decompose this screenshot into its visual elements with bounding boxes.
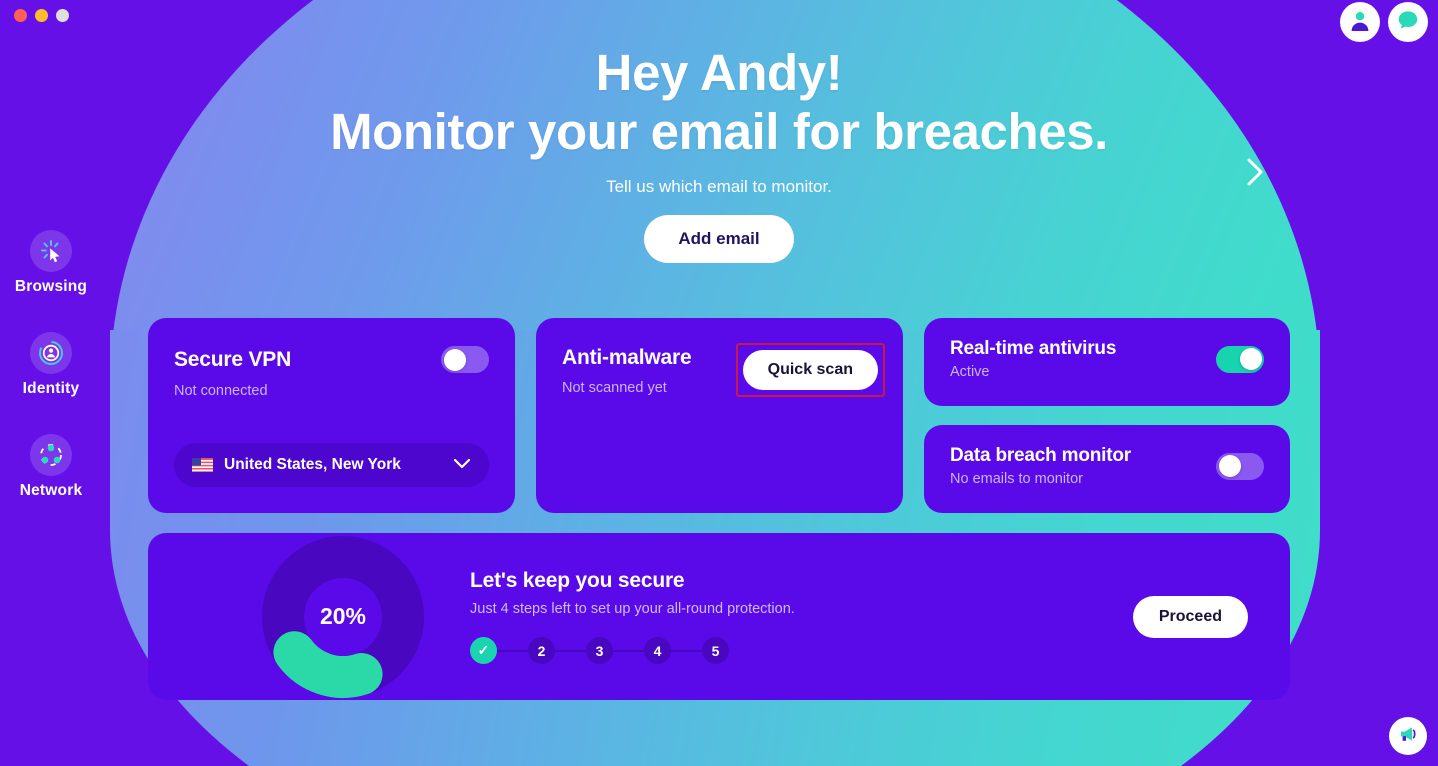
card-data-breach-monitor: Data breach monitor No emails to monitor	[924, 425, 1290, 513]
sidebar-item-label: Network	[19, 482, 83, 499]
step-indicator: ✓ 2 3 4 5	[470, 637, 1133, 664]
breach-status: No emails to monitor	[950, 471, 1083, 487]
step-5[interactable]: 5	[702, 637, 729, 664]
card-header: Real-time antivirus Active	[950, 338, 1264, 380]
vpn-location-selector[interactable]: United States, New York	[174, 443, 489, 487]
step-connector	[671, 649, 702, 652]
feature-card-grid: Secure VPN Not connected United States, …	[148, 318, 1290, 513]
minimize-button[interactable]	[35, 9, 48, 22]
breach-toggle[interactable]	[1216, 452, 1264, 480]
proceed-button[interactable]: Proceed	[1132, 595, 1248, 638]
sidebar: Browsing Identity Network	[0, 230, 102, 500]
progress-donut: 20%	[260, 534, 426, 700]
hero-headline: Monitor your email for breaches.	[330, 102, 1108, 160]
vpn-location-label: United States, New York	[224, 456, 401, 473]
card-header: Secure VPN	[174, 346, 489, 373]
close-button[interactable]	[14, 9, 27, 22]
megaphone-icon	[1397, 723, 1419, 750]
card-title: Secure VPN	[174, 347, 292, 371]
antivirus-status: Active	[950, 364, 990, 380]
step-1[interactable]: ✓	[470, 637, 497, 664]
quick-scan-highlight: Quick scan	[735, 343, 885, 397]
progress-body: Let's keep you secure Just 4 steps left …	[470, 569, 1133, 664]
step-4[interactable]: 4	[644, 637, 671, 664]
window-controls	[14, 9, 69, 22]
topbar-actions	[1340, 2, 1428, 42]
card-title: Data breach monitor	[950, 445, 1131, 466]
toggle-knob	[443, 348, 466, 371]
right-card-column: Real-time antivirus Active Data breach m…	[924, 318, 1290, 513]
card-header: Data breach monitor No emails to monitor	[950, 445, 1264, 487]
hero-section: Hey Andy! Monitor your email for breache…	[0, 44, 1438, 264]
network-nodes-icon	[30, 434, 72, 476]
chat-button[interactable]	[1388, 2, 1428, 42]
sidebar-item-label: Identity	[22, 380, 80, 397]
step-connector	[555, 649, 586, 652]
hero-subtitle: Tell us which email to monitor.	[606, 177, 832, 197]
hero-greeting: Hey Andy!	[595, 44, 843, 101]
setup-progress-card: 20% Let's keep you secure Just 4 steps l…	[148, 533, 1290, 700]
announcements-button[interactable]	[1389, 717, 1427, 755]
chevron-down-icon	[453, 456, 471, 474]
account-button[interactable]	[1340, 2, 1380, 42]
step-2[interactable]: 2	[528, 637, 555, 664]
step-3[interactable]: 3	[586, 637, 613, 664]
antivirus-toggle[interactable]	[1216, 345, 1264, 373]
vpn-status: Not connected	[174, 383, 268, 399]
progress-percent: 20%	[319, 603, 367, 629]
card-anti-malware: Anti-malware Not scanned yet Quick scan	[536, 318, 903, 513]
toggle-knob	[1218, 455, 1241, 477]
chevron-right-icon[interactable]	[1240, 150, 1270, 194]
user-avatar-icon	[1347, 7, 1373, 38]
card-secure-vpn: Secure VPN Not connected United States, …	[148, 318, 515, 513]
card-real-time-antivirus: Real-time antivirus Active	[924, 318, 1290, 406]
us-flag-icon	[192, 458, 213, 472]
chat-bubble-icon	[1395, 7, 1421, 38]
quick-scan-button[interactable]: Quick scan	[742, 350, 878, 390]
zoom-button[interactable]	[56, 9, 69, 22]
sidebar-item-browsing[interactable]: Browsing	[15, 230, 87, 296]
vpn-toggle[interactable]	[441, 346, 489, 373]
page-title: Hey Andy! Monitor your email for breache…	[0, 44, 1438, 161]
step-connector	[497, 649, 528, 652]
add-email-button[interactable]: Add email	[644, 215, 794, 264]
progress-subtitle: Just 4 steps left to set up your all-rou…	[470, 601, 795, 617]
cursor-click-icon	[30, 230, 72, 272]
app-window: Browsing Identity Network Hey Andy! Moni…	[0, 0, 1438, 766]
step-connector	[613, 649, 644, 652]
sidebar-item-label: Browsing	[14, 278, 88, 295]
identity-person-icon	[30, 332, 72, 374]
sidebar-item-identity[interactable]: Identity	[23, 332, 80, 398]
progress-title: Let's keep you secure	[470, 569, 685, 592]
sidebar-item-network[interactable]: Network	[20, 434, 83, 500]
toggle-knob	[1239, 348, 1262, 370]
card-title: Real-time antivirus	[950, 338, 1117, 359]
